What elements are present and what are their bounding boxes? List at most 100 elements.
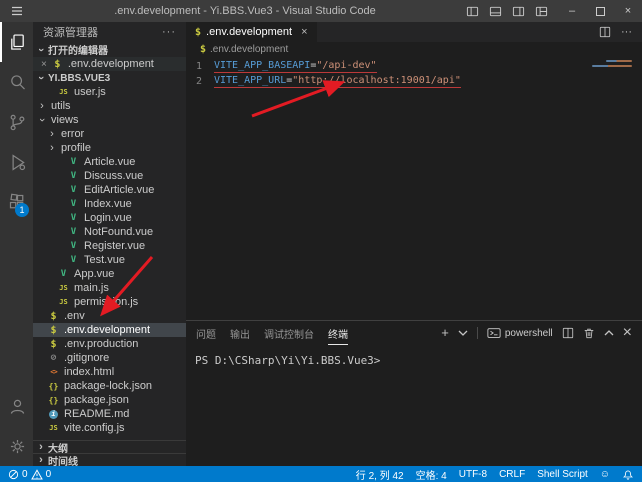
file-label: Test.vue	[84, 254, 125, 266]
chevron-right-icon: ›	[36, 455, 46, 465]
tree-item-views[interactable]: ›views	[33, 113, 186, 127]
new-terminal-icon[interactable]: +	[441, 328, 449, 338]
close-button[interactable]: ×	[614, 0, 642, 22]
toggle-secondary-sidebar-icon[interactable]	[512, 5, 525, 18]
panel-tab-0[interactable]: 问题	[196, 322, 216, 345]
tree-item-profile[interactable]: ›profile	[33, 141, 186, 155]
indentation[interactable]: 空格: 4	[416, 467, 447, 482]
tree-item-discuss.vue[interactable]: VDiscuss.vue	[33, 169, 186, 183]
extensions-icon[interactable]: 1	[0, 182, 33, 222]
customize-layout-icon[interactable]	[535, 5, 548, 18]
tab-close-icon[interactable]: ×	[301, 26, 307, 38]
terminal-tab-powershell[interactable]: powershell	[487, 327, 553, 339]
tree-item-error[interactable]: ›error	[33, 127, 186, 141]
file-label: package-lock.json	[64, 380, 152, 392]
tree-item-register.vue[interactable]: VRegister.vue	[33, 239, 186, 253]
feedback-smiley-icon[interactable]: ☺	[600, 469, 610, 480]
outline-section[interactable]: › 大纲	[33, 440, 186, 453]
tree-item-.env.development[interactable]: $.env.development	[33, 323, 186, 337]
editor-more-icon[interactable]: ···	[621, 26, 632, 38]
eol-sequence[interactable]: CRLF	[499, 469, 525, 480]
open-editors-header[interactable]: › 打开的编辑器	[33, 42, 186, 57]
file-label: package.json	[64, 394, 129, 406]
breadcrumb-item[interactable]: .env.development	[210, 44, 288, 55]
errors-count: 0	[22, 469, 28, 480]
tree-item-.env.production[interactable]: $.env.production	[33, 337, 186, 351]
tree-item-login.vue[interactable]: VLogin.vue	[33, 211, 186, 225]
tree-item-package.json[interactable]: {}package.json	[33, 393, 186, 407]
tree-item-editarticle.vue[interactable]: VEditArticle.vue	[33, 183, 186, 197]
tree-item-package-lock.json[interactable]: {}package-lock.json	[33, 379, 186, 393]
terminal[interactable]: PS D:\CSharp\Yi\Yi.BBS.Vue3>	[186, 345, 642, 466]
tree-item-index.html[interactable]: <>index.html	[33, 365, 186, 379]
js-file-icon: JS	[47, 424, 60, 432]
breadcrumb[interactable]: $ .env.development	[186, 42, 642, 56]
chevron-right-icon: ›	[37, 101, 47, 111]
explorer-icon[interactable]	[0, 22, 33, 62]
bottom-panel: 问题输出调试控制台终端 + powershell ×	[186, 320, 642, 466]
problems-status[interactable]: 0 0	[8, 469, 51, 480]
sidebar-more-icon[interactable]: ···	[162, 26, 176, 38]
kill-terminal-trash-icon[interactable]	[583, 327, 595, 339]
language-mode[interactable]: Shell Script	[537, 469, 588, 480]
tree-item-permission.js[interactable]: JSpermission.js	[33, 295, 186, 309]
js-file-icon: JS	[57, 284, 70, 292]
file-label: App.vue	[74, 268, 114, 280]
file-label: user.js	[74, 86, 106, 98]
tree-item-main.js[interactable]: JS main.js	[33, 281, 186, 295]
tree-item-index.vue[interactable]: VIndex.vue	[33, 197, 186, 211]
maximize-panel-chevron-icon[interactable]	[604, 329, 614, 337]
source-control-icon[interactable]	[0, 102, 33, 142]
tree-item-test.vue[interactable]: VTest.vue	[33, 253, 186, 267]
tree-item-vite.config.js[interactable]: JSvite.config.js	[33, 421, 186, 435]
code-editor[interactable]: 1 VITE_APP_BASEAPI="/api-dev" 2 VITE_APP…	[186, 56, 642, 320]
panel-actions: + powershell ×	[441, 324, 632, 342]
panel-tab-2[interactable]: 调试控制台	[264, 322, 314, 345]
search-icon[interactable]	[0, 62, 33, 102]
settings-gear-icon[interactable]	[0, 426, 33, 466]
run-debug-icon[interactable]	[0, 142, 33, 182]
minimap[interactable]	[592, 60, 632, 70]
project-section-header[interactable]: › YI.BBS.VUE3	[33, 71, 186, 85]
open-editor-item[interactable]: × $ .env.development	[33, 57, 186, 71]
file-label: NotFound.vue	[84, 226, 153, 238]
tree-item-.gitignore[interactable]: ⊘.gitignore	[33, 351, 186, 365]
minimize-button[interactable]: –	[558, 0, 586, 22]
env-file-icon: $	[195, 27, 201, 38]
timeline-section[interactable]: › 时间线	[33, 453, 186, 466]
notifications-bell-icon[interactable]	[622, 468, 634, 480]
panel-tab-1[interactable]: 输出	[230, 322, 250, 345]
tab-env-development[interactable]: $ .env.development ×	[186, 22, 317, 42]
sidebar-title: 资源管理器	[43, 24, 98, 40]
vue-file-icon: V	[67, 185, 80, 195]
close-panel-icon[interactable]: ×	[623, 324, 632, 342]
account-icon[interactable]	[0, 386, 33, 426]
terminal-profile-chevron-icon[interactable]	[458, 329, 468, 337]
tab-label: .env.development	[206, 26, 292, 38]
timeline-label: 时间线	[48, 453, 78, 467]
tree-item-.env[interactable]: $.env	[33, 309, 186, 323]
file-label: main.js	[74, 282, 109, 294]
toggle-panel-icon[interactable]	[489, 5, 502, 18]
tree-item-utils[interactable]: ›utils	[33, 99, 186, 113]
tree-item-readme.md[interactable]: iREADME.md	[33, 407, 186, 421]
cursor-position[interactable]: 行 2, 列 42	[356, 467, 404, 482]
toggle-sidebar-icon[interactable]	[466, 5, 479, 18]
split-terminal-icon[interactable]	[562, 327, 574, 339]
tree-item-notfound.vue[interactable]: VNotFound.vue	[33, 225, 186, 239]
close-editor-icon[interactable]: ×	[41, 59, 47, 70]
file-label: .env.production	[64, 338, 138, 350]
panel-tab-3[interactable]: 终端	[328, 322, 348, 345]
explorer-sidebar: 资源管理器 ··· › 打开的编辑器 × $ .env.development …	[33, 22, 186, 466]
maximize-button[interactable]	[586, 0, 614, 22]
encoding[interactable]: UTF-8	[459, 469, 487, 480]
warnings-icon	[31, 469, 43, 480]
panel-tabs: 问题输出调试控制台终端	[196, 322, 348, 345]
split-editor-icon[interactable]	[599, 26, 611, 38]
menu-icon[interactable]	[0, 4, 34, 18]
tree-item-article.vue[interactable]: VArticle.vue	[33, 155, 186, 169]
tree-item-user.js[interactable]: JSuser.js	[33, 85, 186, 99]
vue-file-icon: V	[67, 213, 80, 223]
window-title: .env.development - Yi.BBS.Vue3 - Visual …	[34, 5, 456, 17]
tree-item-app.vue[interactable]: VApp.vue	[33, 267, 186, 281]
